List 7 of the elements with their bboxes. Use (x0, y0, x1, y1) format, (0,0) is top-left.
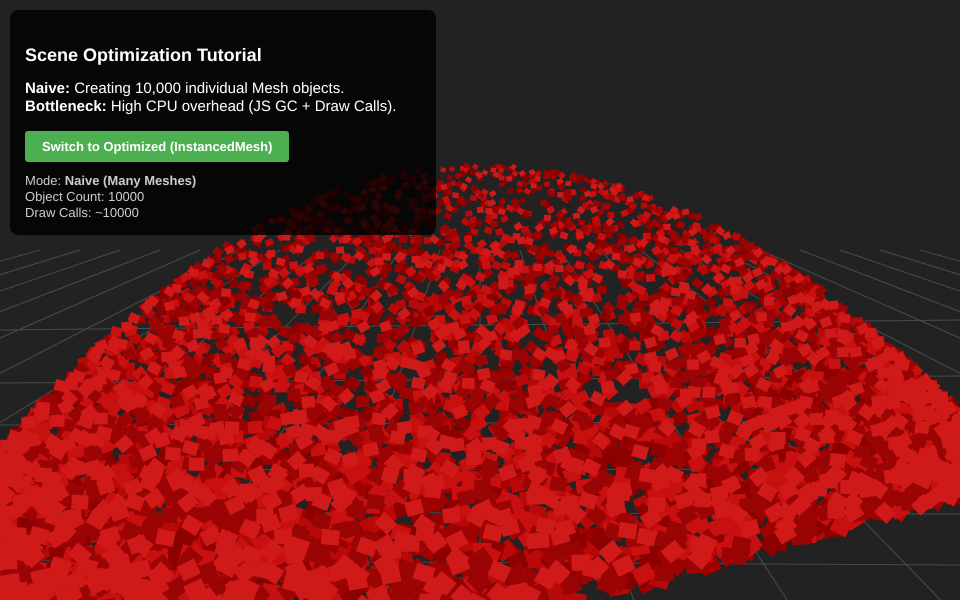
description-line: Bottleneck: High CPU overhead (JS GC + Draw Calls). (25, 98, 396, 116)
stat-line: Object Count: 10000 (25, 189, 144, 205)
switch-mode-button[interactable]: Switch to Optimized (InstancedMesh) (25, 131, 290, 162)
panel-title: Scene Optimization Tutorial (25, 44, 263, 66)
stat-line: Mode: Naive (Many Meshes) (25, 173, 196, 189)
stat-line: Draw Calls: ~10000 (25, 205, 139, 221)
description-line: Naive: Creating 10,000 individual Mesh objects. (25, 80, 344, 98)
